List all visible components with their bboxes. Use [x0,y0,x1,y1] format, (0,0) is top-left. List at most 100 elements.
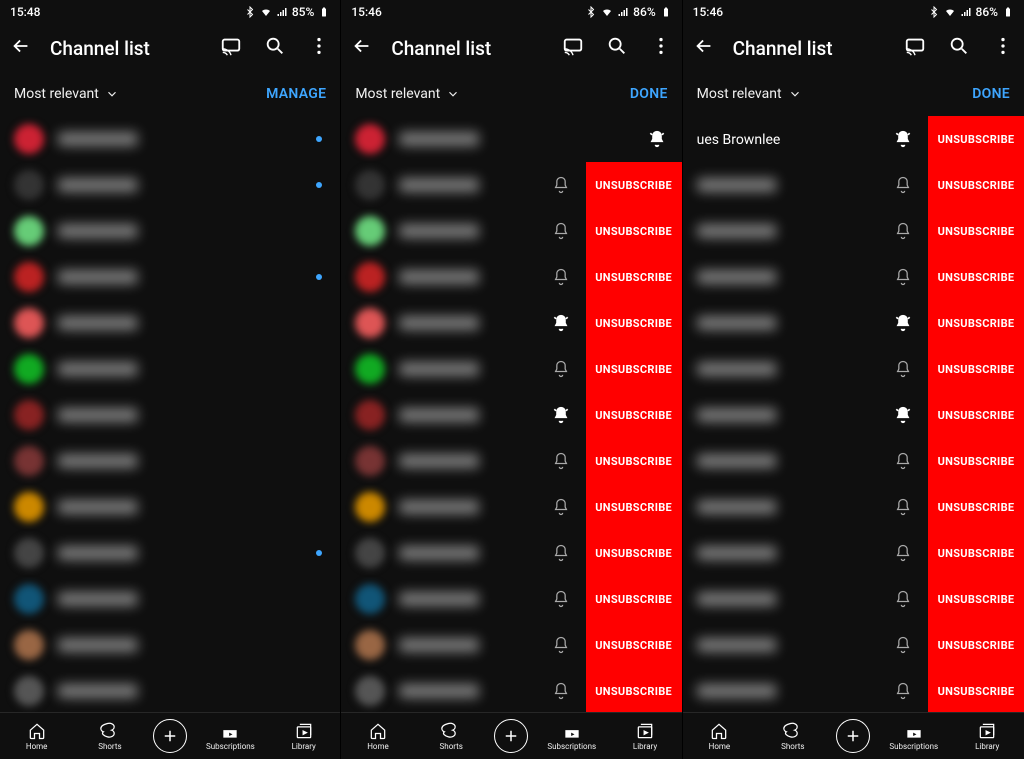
channel-row[interactable]: ████████UNSUBSCRIBE [683,346,1024,392]
channel-row[interactable]: ████████UNSUBSCRIBE [341,300,681,346]
notification-bell-icon[interactable] [892,680,914,702]
nav-subscriptions[interactable]: Subscriptions [200,721,260,751]
channel-row[interactable]: ████████UNSUBSCRIBE [683,530,1024,576]
channel-row[interactable]: ████████ [0,668,340,712]
cast-icon[interactable] [220,35,242,61]
sort-dropdown[interactable]: Most relevant [355,86,460,102]
nav-library[interactable]: Library [615,721,675,751]
channel-row[interactable]: ████████ [0,530,340,576]
channel-row[interactable]: ████████ [0,300,340,346]
unsubscribe-button[interactable]: UNSUBSCRIBE [586,484,682,530]
more-icon[interactable] [308,35,330,61]
notification-bell-icon[interactable] [892,634,914,656]
unsubscribe-button[interactable]: UNSUBSCRIBE [928,116,1024,162]
unsubscribe-button[interactable]: UNSUBSCRIBE [586,300,682,346]
unsubscribe-button[interactable]: UNSUBSCRIBE [928,530,1024,576]
unsubscribe-button[interactable]: UNSUBSCRIBE [928,484,1024,530]
notification-bell-icon[interactable] [550,634,572,656]
unsubscribe-button[interactable]: UNSUBSCRIBE [928,346,1024,392]
unsubscribe-button[interactable]: UNSUBSCRIBE [928,162,1024,208]
unsubscribe-button[interactable]: UNSUBSCRIBE [586,162,682,208]
search-icon[interactable] [948,35,970,61]
channel-row[interactable]: ████████UNSUBSCRIBE [683,208,1024,254]
unsubscribe-button[interactable]: UNSUBSCRIBE [928,438,1024,484]
notification-bell-icon[interactable] [550,450,572,472]
unsubscribe-button[interactable]: UNSUBSCRIBE [928,208,1024,254]
channel-row[interactable]: ████████UNSUBSCRIBE [341,484,681,530]
nav-create[interactable] [836,719,870,753]
channel-row[interactable]: ████████ [0,254,340,300]
notification-bell-icon[interactable] [550,496,572,518]
channel-row[interactable]: ████████ [0,392,340,438]
channel-row[interactable]: ████████UNSUBSCRIBE [683,668,1024,712]
search-icon[interactable] [264,35,286,61]
nav-create[interactable] [494,719,528,753]
cast-icon[interactable] [904,35,926,61]
nav-subscriptions[interactable]: Subscriptions [884,721,944,751]
channel-row[interactable]: ████████UNSUBSCRIBE [341,622,681,668]
channel-row[interactable]: ████████UNSUBSCRIBE [341,668,681,712]
channel-row[interactable]: ████████UNSUBSCRIBE [683,300,1024,346]
notification-bell-icon[interactable] [550,588,572,610]
channel-row[interactable]: ████████UNSUBSCRIBE [341,576,681,622]
nav-shorts[interactable]: Shorts [80,721,140,751]
channel-row[interactable]: ████████UNSUBSCRIBE [341,530,681,576]
unsubscribe-button[interactable]: UNSUBSCRIBE [586,530,682,576]
notification-bell-icon[interactable] [550,174,572,196]
unsubscribe-button[interactable]: UNSUBSCRIBE [586,438,682,484]
unsubscribe-button[interactable]: UNSUBSCRIBE [928,668,1024,712]
notification-bell-icon[interactable] [550,266,572,288]
sort-dropdown[interactable]: Most relevant [697,86,802,102]
back-button[interactable] [10,35,32,61]
unsubscribe-button[interactable]: UNSUBSCRIBE [586,576,682,622]
nav-shorts[interactable]: Shorts [763,721,823,751]
notification-bell-icon[interactable] [550,312,572,334]
notification-bell-icon[interactable] [550,680,572,702]
notification-bell-icon[interactable] [892,220,914,242]
channel-row[interactable]: ████████UNSUBSCRIBE [683,484,1024,530]
notification-bell-icon[interactable] [892,358,914,380]
notification-bell-icon[interactable] [892,542,914,564]
unsubscribe-button[interactable]: UNSUBSCRIBE [928,622,1024,668]
channel-list[interactable]: ████████████████UNSUBSCRIBE████████UNSUB… [341,116,681,712]
unsubscribe-button[interactable]: UNSUBSCRIBE [586,208,682,254]
more-icon[interactable] [650,35,672,61]
channel-row[interactable]: ████████ [0,346,340,392]
more-icon[interactable] [992,35,1014,61]
channel-row[interactable]: ████████ [0,576,340,622]
channel-row[interactable]: ████████UNSUBSCRIBE [341,208,681,254]
channel-list[interactable]: ████████████████████████████████████████… [0,116,340,712]
notification-bell-icon[interactable] [892,266,914,288]
notification-bell-icon[interactable] [892,174,914,196]
unsubscribe-button[interactable]: UNSUBSCRIBE [586,668,682,712]
channel-row[interactable]: ████████ [341,116,681,162]
notification-bell-icon[interactable] [892,312,914,334]
unsubscribe-button[interactable]: UNSUBSCRIBE [928,392,1024,438]
channel-list[interactable]: ues BrownleeUNSUBSCRIBE████████UNSUBSCRI… [683,116,1024,712]
notification-bell-icon[interactable] [892,450,914,472]
nav-home[interactable]: Home [689,721,749,751]
done-button[interactable]: DONE [972,86,1010,102]
back-button[interactable] [693,35,715,61]
channel-row[interactable]: ████████ [0,438,340,484]
channel-row[interactable]: ████████UNSUBSCRIBE [683,162,1024,208]
nav-shorts[interactable]: Shorts [421,721,481,751]
nav-library[interactable]: Library [957,721,1017,751]
sort-dropdown[interactable]: Most relevant [14,86,119,102]
notification-bell-icon[interactable] [892,588,914,610]
channel-row[interactable]: ████████UNSUBSCRIBE [341,438,681,484]
channel-row[interactable]: ████████UNSUBSCRIBE [341,162,681,208]
channel-row[interactable]: ues BrownleeUNSUBSCRIBE [683,116,1024,162]
unsubscribe-button[interactable]: UNSUBSCRIBE [586,392,682,438]
cast-icon[interactable] [562,35,584,61]
unsubscribe-button[interactable]: UNSUBSCRIBE [586,622,682,668]
channel-row[interactable]: ████████UNSUBSCRIBE [341,392,681,438]
channel-row[interactable]: ████████ [0,116,340,162]
unsubscribe-button[interactable]: UNSUBSCRIBE [928,300,1024,346]
channel-row[interactable]: ████████UNSUBSCRIBE [683,392,1024,438]
channel-row[interactable]: ████████ [0,162,340,208]
unsubscribe-button[interactable]: UNSUBSCRIBE [586,346,682,392]
channel-row[interactable]: ████████ [0,484,340,530]
nav-subscriptions[interactable]: Subscriptions [542,721,602,751]
nav-home[interactable]: Home [7,721,67,751]
